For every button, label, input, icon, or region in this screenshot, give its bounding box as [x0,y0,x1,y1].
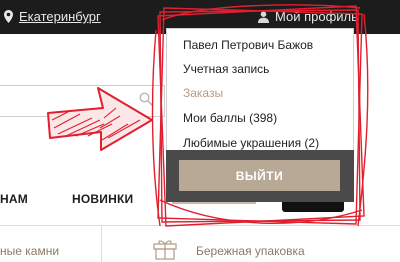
profile-label[interactable]: Мой профиль [275,9,358,24]
menu-item-user-name[interactable]: Павел Петрович Бажов [183,38,313,52]
menu-item-points[interactable]: Мои баллы (398) [183,111,277,125]
feature-divider [101,226,102,262]
nav-divider [0,225,400,226]
search-input[interactable] [0,85,165,117]
location-pin-icon [4,10,13,23]
profile-dropdown: Павел Петрович Бажов Учетная запись Зака… [166,28,354,152]
feature-stones: ные камни [0,244,60,258]
dropdown-footer: ВЫЙТИ [166,150,354,202]
menu-item-orders[interactable]: Заказы [183,86,223,100]
nav-item-new[interactable]: НОВИНКИ [72,192,133,206]
user-icon [258,10,269,23]
gift-icon [153,240,177,260]
profile-menu-toggle[interactable]: Мой профиль [258,9,358,24]
city-label[interactable]: Екатеринбург [19,9,101,24]
feature-packaging: Бережная упаковка [196,244,305,258]
city-selector[interactable]: Екатеринбург [4,9,101,24]
menu-item-favorites[interactable]: Любимые украшения (2) [183,136,319,150]
menu-item-account[interactable]: Учетная запись [183,62,269,76]
logout-button[interactable]: ВЫЙТИ [179,160,340,191]
nav-item-about[interactable]: НАМ [0,192,28,206]
search-icon[interactable] [139,92,153,106]
